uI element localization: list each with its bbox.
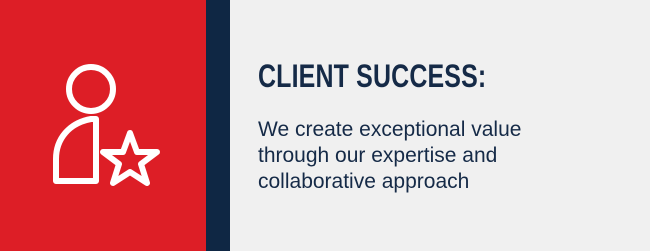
text-panel: CLIENT SUCCESS: We create exceptional va…: [230, 0, 650, 251]
client-star-icon: [43, 61, 163, 191]
section-description: We create exceptional value through our …: [258, 118, 522, 194]
section-heading: CLIENT SUCCESS:: [258, 58, 487, 94]
client-success-card: CLIENT SUCCESS: We create exceptional va…: [0, 0, 650, 251]
red-icon-panel: [0, 0, 206, 251]
navy-accent-stripe: [206, 0, 230, 251]
